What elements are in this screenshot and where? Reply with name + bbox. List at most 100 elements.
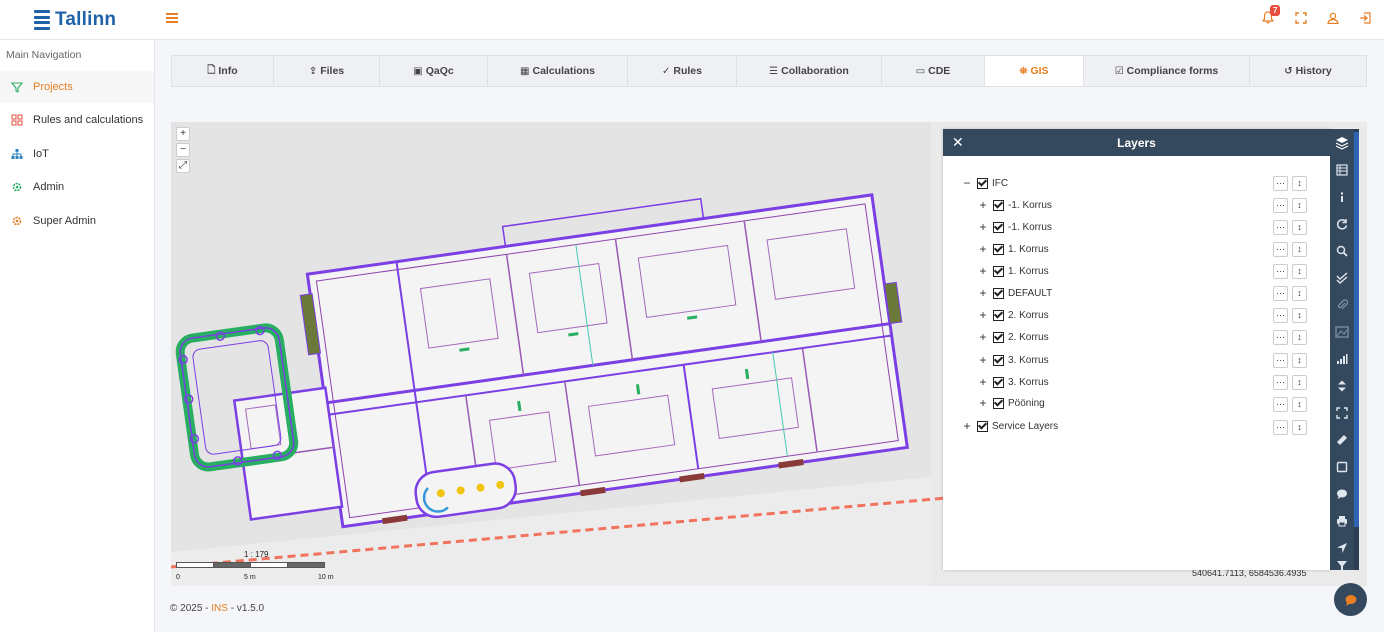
fullscreen-button[interactable] [1295,10,1311,26]
layer-checkbox[interactable] [993,354,1004,366]
logout-button[interactable] [1359,10,1375,26]
tab-qaqc[interactable]: ▣ QaQc [380,56,488,86]
filter-icon[interactable] [1334,561,1350,570]
close-icon[interactable]: ✕ [952,134,964,151]
expand-icon[interactable] [1334,405,1350,421]
check-double-icon[interactable] [1334,270,1350,286]
layer-reorder-handle[interactable]: ↕ [1292,353,1307,368]
layer-reorder-handle[interactable]: ↕ [1292,397,1307,412]
table-icon[interactable] [1334,162,1350,178]
signal-icon[interactable] [1334,351,1350,367]
notifications-button[interactable]: 7 [1262,5,1281,26]
tab-history[interactable]: ↺ History [1250,56,1366,86]
tallinn-logo-icon [34,10,50,30]
tab-cde[interactable]: ▭ CDE [882,56,985,86]
sidebar-item-super-admin[interactable]: Super Admin [0,205,154,237]
expand-button[interactable]: + [978,198,988,212]
paperclip-icon[interactable] [1334,297,1350,313]
tab-calculations[interactable]: ▦ Calculations [488,56,628,86]
layer-reorder-handle[interactable]: ↕ [1292,198,1307,213]
sidebar-item-rules-and-calculations[interactable]: Rules and calculations [0,104,154,136]
layer-reorder-handle[interactable]: ↕ [1292,264,1307,279]
layer-row: +1. Korrus [978,240,1048,258]
sidebar-item-iot[interactable]: IoT [0,138,154,170]
sidebar-title: Main Navigation [6,49,82,61]
zoom-out-button[interactable]: − [176,143,190,157]
layer-checkbox[interactable] [993,199,1004,211]
comment-icon[interactable] [1334,486,1350,502]
expand-button[interactable]: + [978,353,988,367]
expand-button[interactable]: + [978,264,988,278]
layer-menu-button[interactable]: ··· [1273,242,1288,257]
layer-reorder-handle[interactable]: ↕ [1292,220,1307,235]
layer-reorder-handle[interactable]: ↕ [1292,176,1307,191]
layer-menu-button[interactable]: ··· [1273,220,1288,235]
layer-checkbox[interactable] [993,397,1004,409]
tab-collaboration[interactable]: ☰ Collaboration [737,56,882,86]
layer-reorder-handle[interactable]: ↕ [1292,330,1307,345]
layer-checkbox[interactable] [993,309,1004,321]
refresh-icon[interactable] [1334,216,1350,232]
sidebar-item-admin[interactable]: Admin [0,171,154,203]
menu-toggle-button[interactable] [166,12,178,24]
user-profile-button[interactable] [1327,10,1343,26]
layer-menu-button[interactable]: ··· [1273,330,1288,345]
layer-checkbox[interactable] [993,331,1004,343]
expand-button[interactable]: + [978,330,988,344]
layer-checkbox[interactable] [977,420,988,432]
expand-button[interactable]: + [978,375,988,389]
layer-checkbox[interactable] [993,265,1004,277]
brand-logo[interactable]: Tallinn [34,8,116,32]
layer-checkbox[interactable] [993,287,1004,299]
layer-menu-button[interactable]: ··· [1273,176,1288,191]
chat-button[interactable] [1334,583,1367,616]
layer-checkbox[interactable] [993,243,1004,255]
layer-menu-button[interactable]: ··· [1273,375,1288,390]
ruler-icon[interactable] [1334,432,1350,448]
expand-button[interactable]: + [978,396,988,410]
arrows-v-icon[interactable] [1334,378,1350,394]
expand-button[interactable]: + [978,242,988,256]
tab-gis[interactable]: ⛯ GIS [985,56,1084,86]
expand-button[interactable]: + [978,308,988,322]
layer-reorder-handle[interactable]: ↕ [1292,286,1307,301]
search-icon[interactable] [1334,243,1350,259]
sidebar-item-projects[interactable]: Projects [0,71,154,103]
toolbar-scrollbar-thumb[interactable] [1354,132,1359,527]
layer-reorder-handle[interactable]: ↕ [1292,242,1307,257]
tab-compliance-forms[interactable]: ☑ Compliance forms [1084,56,1250,86]
square-icon[interactable] [1334,459,1350,475]
layer-checkbox[interactable] [993,221,1004,233]
layer-checkbox[interactable] [993,376,1004,388]
brand-name: Tallinn [55,9,117,30]
footer-brand-link[interactable]: INS [211,603,228,614]
expand-button[interactable]: + [978,220,988,234]
collapse-button[interactable]: − [962,176,972,190]
image-icon[interactable] [1334,324,1350,340]
layer-menu-button[interactable]: ··· [1273,397,1288,412]
map-fullscreen-button[interactable]: ⤢ [176,159,190,173]
layer-menu-button[interactable]: ··· [1273,353,1288,368]
info-icon[interactable] [1334,189,1350,205]
tab-rules[interactable]: ✓ Rules [628,56,737,86]
layer-reorder-handle[interactable]: ↕ [1292,420,1307,435]
location-arrow-icon[interactable] [1334,540,1350,556]
layer-menu-button[interactable]: ··· [1273,308,1288,323]
layer-reorder-handle[interactable]: ↕ [1292,308,1307,323]
layers-icon[interactable] [1334,135,1350,151]
layer-menu-button[interactable]: ··· [1273,286,1288,301]
layer-menu-button[interactable]: ··· [1273,198,1288,213]
layer-name: 2. Korrus [1008,331,1049,343]
layer-reorder-handle[interactable]: ↕ [1292,375,1307,390]
scale-tick: 0 [176,574,180,581]
layer-checkbox[interactable] [977,177,988,189]
expand-button[interactable]: + [978,286,988,300]
tab-info[interactable]: 🗋 Info [172,56,274,86]
layer-menu-button[interactable]: ··· [1273,420,1288,435]
layer-menu-button[interactable]: ··· [1273,264,1288,279]
tab-files[interactable]: ⇪ Files [274,56,380,86]
expand-button[interactable]: + [962,419,972,433]
layer-row: + -1. Korrus [978,196,1051,214]
print-icon[interactable] [1334,513,1350,529]
zoom-in-button[interactable]: + [176,127,190,141]
